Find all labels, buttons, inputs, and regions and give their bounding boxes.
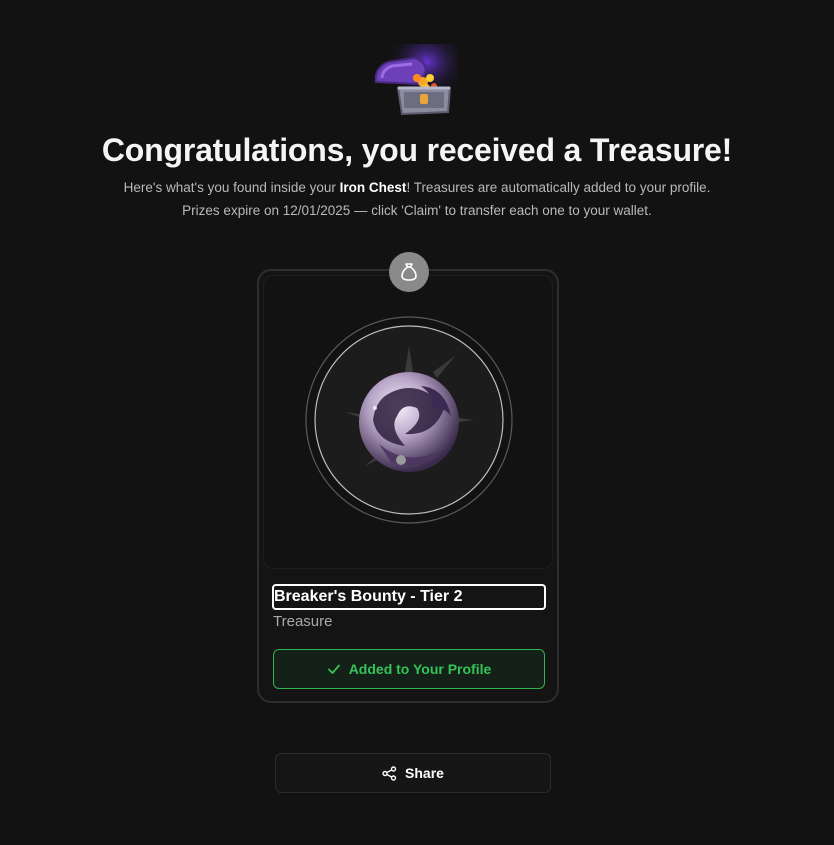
subtitle-text-cont: ! Treasures are automatically added to y…	[406, 180, 711, 195]
item-type: Treasure	[273, 613, 333, 630]
subtitle-line-1: Here's what's you found inside your Iron…	[0, 180, 834, 195]
share-label: Share	[405, 765, 444, 781]
page-title: Congratulations, you received a Treasure…	[101, 132, 733, 168]
added-to-profile-button[interactable]: Added to Your Profile	[273, 649, 545, 689]
added-label: Added to Your Profile	[348, 661, 492, 677]
item-name: Breaker's Bounty - Tier 2	[272, 584, 546, 610]
treasure-chest-icon	[374, 44, 458, 116]
treasure-reveal-page: Congratulations, you received a Treasure…	[0, 0, 834, 845]
subtitle-line-2: Prizes expire on 12/01/2025 — click 'Cla…	[182, 203, 652, 218]
subtitle-text: Here's what's you found inside your	[123, 180, 340, 195]
share-icon	[382, 765, 397, 781]
treasure-orb-image	[305, 316, 513, 524]
money-bag-icon	[389, 252, 429, 292]
chest-name: Iron Chest	[339, 180, 407, 195]
checkmark-icon	[327, 664, 340, 674]
share-button[interactable]: Share	[275, 753, 551, 793]
